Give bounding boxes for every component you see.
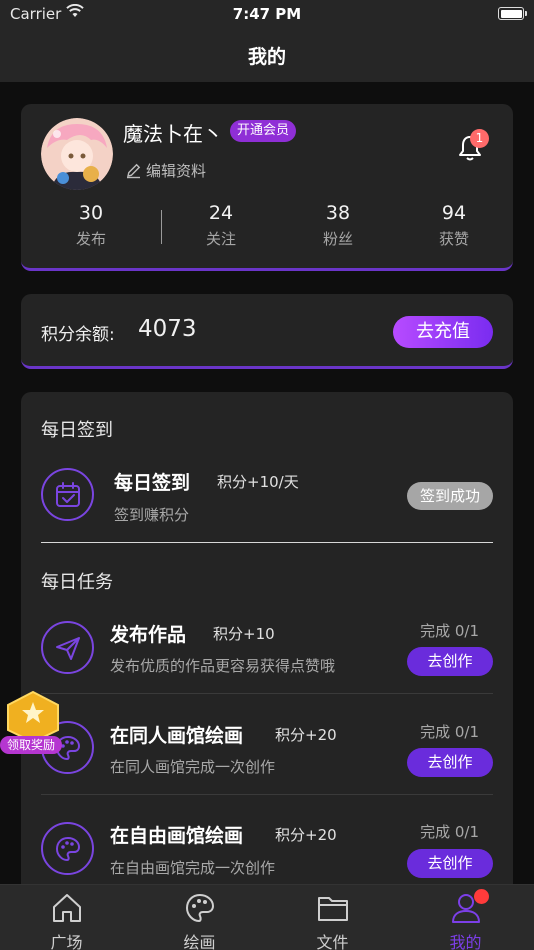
task-title: 在同人画馆绘画: [110, 725, 244, 747]
vip-badge[interactable]: 开通会员: [230, 120, 297, 142]
signin-status-button[interactable]: 签到成功: [407, 482, 493, 510]
create-button[interactable]: 去创作: [407, 748, 493, 777]
tab-mine[interactable]: 我的: [399, 885, 532, 950]
tab-label: 绘画: [183, 933, 216, 950]
status-time: 7:47 PM: [232, 5, 302, 23]
reward-label: 领取奖励: [0, 736, 62, 754]
signin-desc: 签到赚积分: [114, 506, 190, 524]
paper-plane-icon: [41, 621, 94, 674]
tab-files[interactable]: 文件: [266, 885, 399, 950]
home-icon: [53, 894, 81, 922]
task-points: 积分+10: [213, 625, 275, 643]
tab-draw[interactable]: 绘画: [133, 885, 266, 950]
stat-value: 38: [325, 202, 351, 224]
avatar[interactable]: [41, 118, 113, 190]
stat-likes[interactable]: 94 获赞: [414, 202, 494, 249]
tab-label: 广场: [50, 933, 83, 950]
divider: [41, 693, 493, 694]
stat-posts[interactable]: 30 发布: [51, 202, 131, 249]
nav-bar: 我的: [0, 30, 534, 82]
task-desc: 发布优质的作品更容易获得点赞哦: [110, 657, 336, 675]
status-bar: Carrier 7:47 PM: [0, 0, 534, 30]
stat-value: 94: [441, 202, 467, 224]
stat-followers[interactable]: 38 粉丝: [298, 202, 378, 249]
signin-points: 积分+10/天: [217, 473, 299, 491]
profile-card: 魔法卜在丶 开通会员 编辑资料 1 30 发布 24 关注 38 粉丝 94 获…: [21, 104, 513, 271]
divider: [41, 542, 493, 543]
task-progress: 完成 0/1: [420, 723, 479, 741]
points-label: 积分余额:: [41, 325, 115, 345]
tab-square[interactable]: 广场: [0, 885, 133, 950]
stat-value: 24: [208, 202, 234, 224]
task-title: 在自由画馆绘画: [110, 825, 244, 847]
tab-bar: 广场 绘画 文件 我的: [0, 884, 534, 950]
edit-profile-label: 编辑资料: [146, 162, 207, 180]
task-progress: 完成 0/1: [420, 622, 479, 640]
stat-label: 粉丝: [322, 230, 353, 248]
task-points: 积分+20: [275, 826, 337, 844]
tab-notification-dot: [474, 889, 489, 904]
task-title: 发布作品: [110, 624, 187, 646]
calendar-icon: [41, 468, 94, 521]
recharge-button[interactable]: 去充值: [393, 316, 493, 348]
stat-following[interactable]: 24 关注: [181, 202, 261, 249]
section-title-signin: 每日签到: [41, 420, 113, 441]
tab-label: 文件: [316, 933, 349, 950]
palette-icon: [41, 822, 94, 875]
tab-label: 我的: [449, 933, 482, 950]
notification-badge: 1: [470, 129, 489, 148]
divider: [41, 794, 493, 795]
page-title: 我的: [247, 46, 286, 68]
stat-label: 关注: [205, 230, 236, 248]
points-value: 4073: [138, 316, 197, 342]
task-points: 积分+20: [275, 726, 337, 744]
reward-float-button[interactable]: 领取奖励: [0, 690, 66, 758]
username: 魔法卜在丶: [123, 122, 223, 146]
edit-profile-link[interactable]: 编辑资料: [125, 160, 206, 181]
folder-icon: [318, 897, 348, 921]
pencil-icon: [127, 163, 141, 179]
signin-title: 每日签到: [114, 472, 191, 494]
task-progress: 完成 0/1: [420, 823, 479, 841]
battery-icon: [498, 7, 527, 20]
task-desc: 在同人画馆完成一次创作: [110, 758, 276, 776]
palette-icon: [185, 893, 215, 923]
create-button[interactable]: 去创作: [407, 647, 493, 676]
stat-label: 获赞: [438, 230, 469, 248]
points-card: 积分余额: 4073 去充值: [21, 294, 513, 369]
task-desc: 在自由画馆完成一次创作: [110, 859, 276, 877]
stat-label: 发布: [75, 230, 106, 248]
section-title-tasks: 每日任务: [41, 572, 113, 593]
tasks-card: 每日签到 每日签到 积分+10/天 签到赚积分 签到成功 每日任务 发布作品 积…: [21, 392, 513, 912]
stat-value: 30: [78, 202, 104, 224]
stat-divider: [161, 210, 162, 244]
create-button[interactable]: 去创作: [407, 849, 493, 878]
